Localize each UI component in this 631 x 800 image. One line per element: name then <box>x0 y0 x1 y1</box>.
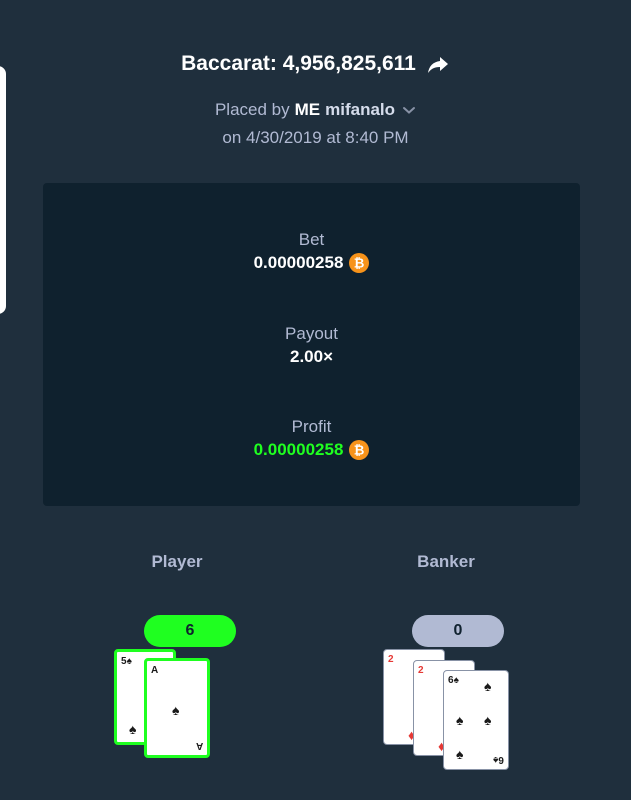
spade-pip-icon: ♠ <box>484 678 492 694</box>
placed-by-row: Placed by ME mifanalo <box>215 100 416 120</box>
card-rank: A <box>151 665 159 676</box>
profit-stat: Profit 0.00000258 ₿ <box>43 416 580 462</box>
bet-details-panel: Bet 0.00000258 ₿ Payout 2.00× Profit 0.0… <box>43 183 580 506</box>
spade-pip-icon: ♠ <box>456 746 464 762</box>
payout-stat: Payout 2.00× <box>43 323 580 369</box>
spade-pip-icon: ♠ <box>456 712 464 728</box>
user-tag: ME <box>294 100 321 119</box>
payout-value: 2.00× <box>289 347 333 366</box>
banker-card-3: 6♠ ♠ ♠ ♠ ♠ 6♠ <box>443 670 509 770</box>
bet-amount: 0.00000258 ₿ <box>254 251 370 275</box>
bet-value: 0.00000258 <box>253 253 344 272</box>
card-rank: 6♠ <box>448 675 459 686</box>
banker-label: Banker <box>417 552 475 571</box>
profit-amount: 0.00000258 ₿ <box>254 438 370 462</box>
svg-text:₿: ₿ <box>354 443 365 458</box>
title-row: Baccarat: 4,956,825,611 <box>181 52 450 76</box>
player-score-badge: 6 <box>144 615 236 647</box>
banker-score-badge: 0 <box>412 615 504 647</box>
share-arrow-icon[interactable] <box>426 52 450 76</box>
player-card-2: A ♠ A <box>144 658 210 758</box>
player-label: Player <box>151 552 203 571</box>
spade-pip-icon: ♠ <box>172 702 180 718</box>
spade-pip-icon: ♠ <box>484 712 492 728</box>
card-rank: 2 <box>418 665 424 676</box>
bet-header: Baccarat: 4,956,825,611 Placed by ME mif… <box>0 52 631 148</box>
profit-label: Profit <box>291 417 332 436</box>
placed-by-prefix: Placed by <box>214 100 290 119</box>
bitcoin-icon: ₿ <box>349 253 370 273</box>
bet-label: Bet <box>298 230 325 249</box>
card-rank: A <box>195 740 203 751</box>
game-title: Baccarat: 4,956,825,611 <box>181 52 416 75</box>
username-link[interactable]: mifanalo <box>325 100 395 120</box>
chevron-down-icon[interactable] <box>402 103 416 117</box>
svg-text:₿: ₿ <box>354 256 365 271</box>
bitcoin-icon: ₿ <box>349 440 370 460</box>
payout-label: Payout <box>285 324 338 343</box>
bet-stat: Bet 0.00000258 ₿ <box>43 229 580 275</box>
card-rank: 6♠ <box>493 754 504 765</box>
card-rank: 5♠ <box>121 656 132 667</box>
spade-pip-icon: ♠ <box>129 721 137 737</box>
card-rank: 2 <box>388 654 394 665</box>
profit-value: 0.00000258 <box>253 440 344 459</box>
bet-date: on 4/30/2019 at 8:40 PM <box>222 128 409 147</box>
